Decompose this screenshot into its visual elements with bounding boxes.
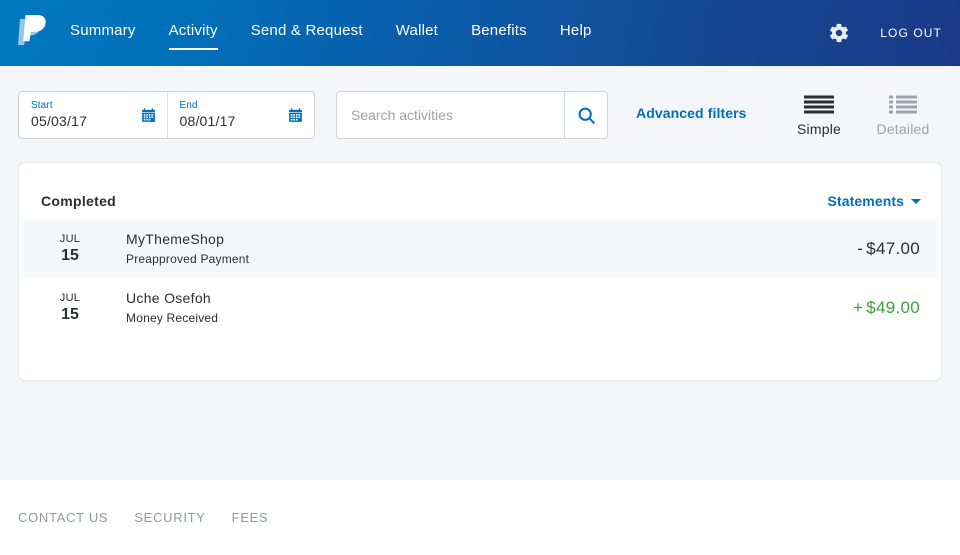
transaction-date: JUL 15: [37, 292, 99, 324]
activity-card: Completed Statements JUL 15 MyThemeShop …: [18, 162, 942, 381]
gear-icon[interactable]: [828, 22, 850, 44]
filter-bar: Start 05/03/17 End 08/01/17 Search activ…: [18, 66, 942, 162]
nav-item-summary[interactable]: Summary: [70, 21, 136, 45]
statements-dropdown[interactable]: Statements: [828, 193, 921, 209]
nav-label: Wallet: [395, 22, 439, 39]
transaction-type: Preapproved Payment: [126, 251, 250, 266]
logout-button[interactable]: LOG OUT: [880, 26, 942, 40]
nav-label: Help: [559, 22, 592, 39]
nav-item-activity[interactable]: Activity: [168, 21, 218, 50]
search-icon: [578, 107, 595, 124]
transaction-list: JUL 15 MyThemeShop Preapproved Payment -…: [19, 219, 941, 337]
amount-sign: +: [852, 297, 864, 317]
statements-label: Statements: [827, 193, 904, 209]
view-mode-label: Simple: [797, 121, 841, 137]
transaction-type: Money Received: [126, 310, 219, 325]
footer-link-contact-us[interactable]: CONTACT US: [18, 510, 108, 525]
transaction-name: Uche Osefoh: [126, 289, 212, 306]
header-actions: LOG OUT: [828, 22, 942, 44]
activity-status-title: Completed: [41, 193, 117, 209]
calendar-icon[interactable]: [287, 107, 304, 124]
amount-value: $47.00: [866, 238, 920, 258]
transaction-month: JUL: [59, 232, 81, 245]
end-date-value: 08/01/17: [179, 113, 236, 129]
site-footer: CONTACT US SECURITY FEES: [0, 480, 960, 555]
page-content: Start 05/03/17 End 08/01/17 Search activ…: [0, 66, 960, 480]
view-mode-label: Detailed: [876, 121, 930, 137]
activity-card-header: Completed Statements: [19, 163, 941, 219]
amount-sign: -: [857, 238, 864, 258]
end-date-label: End: [179, 100, 198, 111]
transaction-details: MyThemeShop Preapproved Payment: [99, 230, 857, 268]
transaction-day: 15: [61, 305, 79, 323]
detailed-view-icon: [889, 93, 917, 115]
start-date-label: Start: [31, 100, 53, 111]
view-mode-detailed[interactable]: Detailed: [874, 93, 932, 137]
transaction-amount: - $47.00: [857, 239, 920, 259]
transaction-details: Uche Osefoh Money Received: [99, 289, 853, 327]
nav-label: Send & Request: [250, 22, 363, 39]
paypal-logo[interactable]: [14, 13, 48, 53]
chevron-down-icon: [911, 198, 921, 204]
end-date-field[interactable]: End 08/01/17: [166, 92, 315, 138]
view-mode-toggle: Simple Detailed: [790, 91, 942, 137]
nav-item-help[interactable]: Help: [560, 21, 592, 45]
calendar-icon[interactable]: [140, 107, 157, 124]
amount-value: $49.00: [866, 297, 920, 317]
start-date-value: 05/03/17: [31, 113, 88, 129]
footer-link-fees[interactable]: FEES: [232, 510, 269, 525]
nav-label: Activity: [168, 22, 218, 39]
transaction-name: MyThemeShop: [126, 230, 225, 247]
nav-label: Benefits: [471, 22, 527, 39]
advanced-filters-link[interactable]: Advanced filters: [636, 105, 747, 121]
search-area: [336, 91, 608, 139]
transaction-date: JUL 15: [37, 233, 99, 265]
table-row[interactable]: JUL 15 MyThemeShop Preapproved Payment -…: [23, 219, 937, 278]
transaction-amount: + $49.00: [853, 298, 920, 318]
simple-view-icon: [804, 93, 834, 115]
start-date-field[interactable]: Start 05/03/17: [19, 92, 167, 138]
footer-link-security[interactable]: SECURITY: [134, 510, 205, 525]
view-mode-simple[interactable]: Simple: [790, 93, 848, 137]
site-header: Summary Activity Send & Request Wallet B…: [0, 0, 960, 66]
nav-item-send-and-request[interactable]: Send & Request: [251, 21, 363, 45]
main-navigation: Summary Activity Send & Request Wallet B…: [70, 0, 828, 66]
transaction-month: JUL: [59, 291, 81, 304]
search-input[interactable]: [336, 91, 564, 139]
nav-label: Summary: [70, 22, 136, 39]
search-button[interactable]: [564, 91, 608, 139]
date-range-picker: Start 05/03/17 End 08/01/17: [18, 91, 315, 139]
table-row[interactable]: JUL 15 Uche Osefoh Money Received + $49.0…: [23, 278, 937, 337]
transaction-day: 15: [61, 246, 79, 264]
nav-item-benefits[interactable]: Benefits: [471, 21, 527, 45]
nav-item-wallet[interactable]: Wallet: [396, 21, 438, 45]
